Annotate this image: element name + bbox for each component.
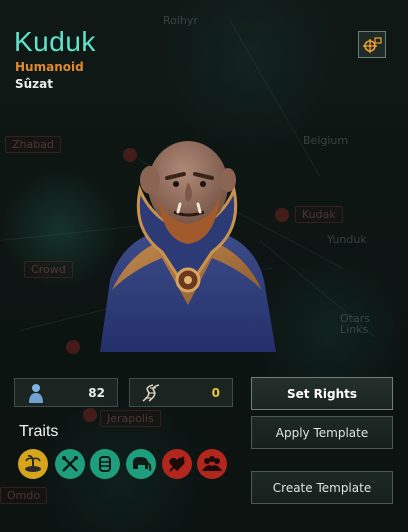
create-template-button[interactable]: Create Template (251, 471, 393, 504)
trait-elephant-icon[interactable] (126, 449, 156, 479)
heart-crossed-icon (169, 456, 185, 472)
island-icon (25, 455, 41, 472)
trait-crowd-icon[interactable] (197, 449, 227, 479)
cylinder-icon (99, 456, 111, 472)
modifications-value: 0 (211, 385, 220, 400)
focus-camera-button[interactable] (358, 31, 386, 58)
modifications-stat[interactable]: 0 (129, 378, 233, 407)
crowd-icon (202, 456, 222, 471)
population-stat[interactable]: 82 (14, 378, 118, 407)
elephant-icon (133, 457, 152, 472)
traits-heading: Traits (19, 423, 59, 440)
species-name: Kuduk (14, 26, 96, 57)
species-homeworld: Sûzat (15, 77, 54, 91)
population-value: 82 (88, 385, 105, 400)
pop-icon (29, 384, 43, 403)
camera-target-icon (363, 36, 382, 53)
set-rights-button[interactable]: Set Rights (251, 377, 393, 410)
tools-icon (62, 456, 78, 472)
dna-icon (142, 384, 160, 402)
species-portrait (100, 141, 276, 352)
species-class: Humanoid (15, 60, 84, 74)
apply-template-button[interactable]: Apply Template (251, 416, 393, 449)
trait-heart-crossed-icon[interactable] (162, 449, 192, 479)
trait-tools-icon[interactable] (55, 449, 85, 479)
trait-cylinder-icon[interactable] (90, 449, 120, 479)
trait-island-icon[interactable] (18, 449, 48, 479)
